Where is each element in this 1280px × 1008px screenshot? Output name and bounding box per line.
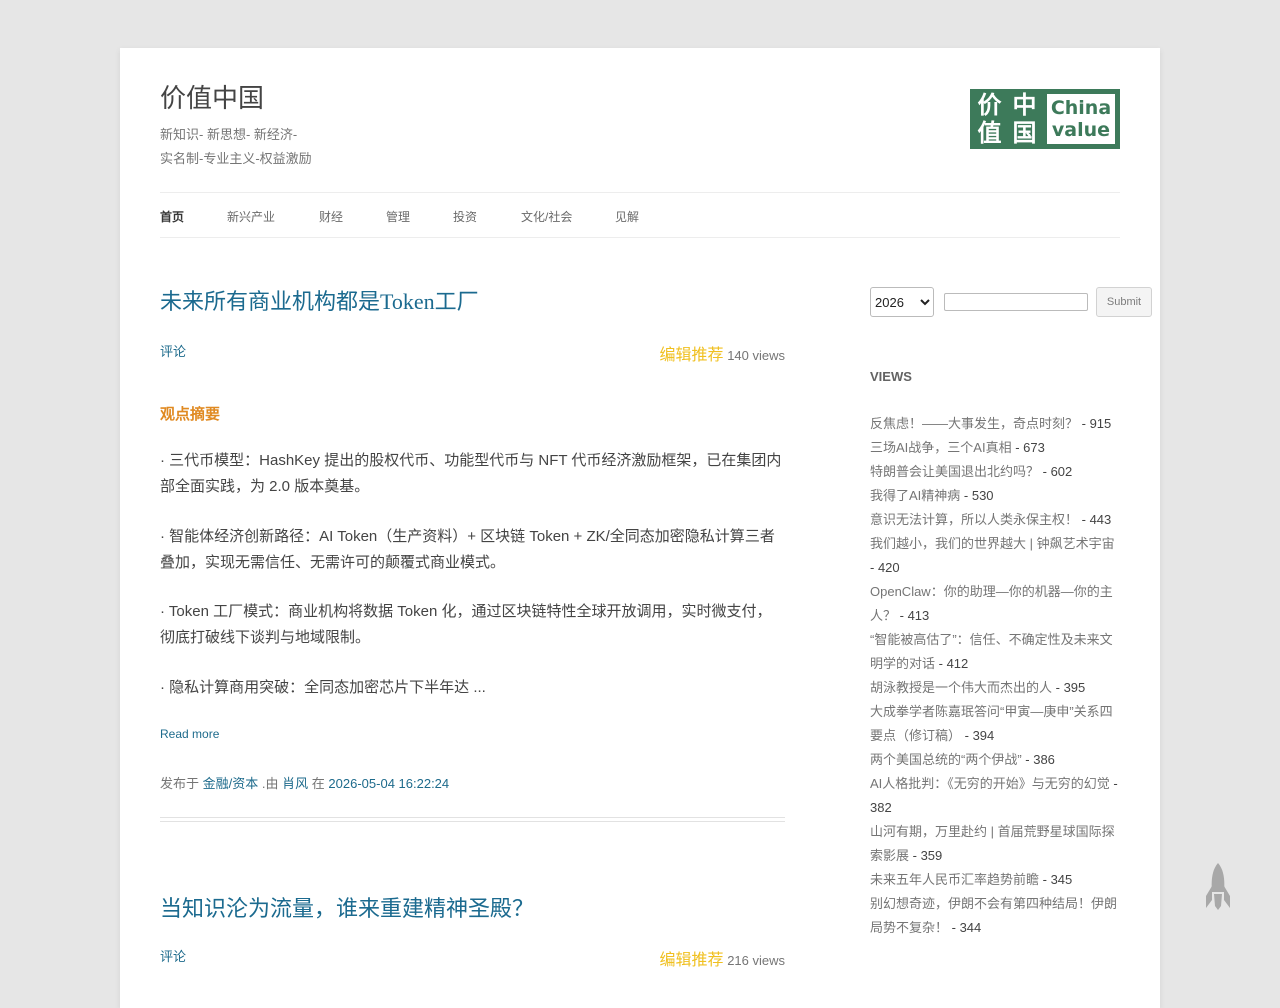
views-item-count: - 394 — [961, 728, 995, 743]
views-list-item: “智能被高估了”：信任、不确定性及未来文明学的对话 - 412 — [870, 628, 1120, 676]
summary-heading: 观点摘要 — [160, 406, 221, 423]
year-select[interactable]: 2026 — [870, 287, 934, 317]
views-item-count: - 443 — [1078, 512, 1112, 527]
author-link[interactable]: 肖风 — [282, 776, 308, 791]
post-views: 216 views — [727, 953, 785, 968]
views-item-count: - 395 — [1052, 680, 1086, 695]
views-item-title[interactable]: 三场AI战争，三个AI真相 — [870, 440, 1012, 455]
views-heading: VIEWS — [870, 369, 912, 384]
logo-char: 价 — [977, 91, 1002, 119]
nav-item-investment[interactable]: 投资 — [453, 208, 477, 225]
views-item-title[interactable]: AI人格批判：《无穷的开始》与无穷的幻觉 — [870, 776, 1110, 791]
post-meta-right: 编辑推荐 140 views — [660, 341, 785, 365]
post-comments-link[interactable]: 评论 — [160, 946, 186, 965]
views-item-title[interactable]: 意识无法计算，所以人类永保主权！ — [870, 512, 1078, 527]
views-list-item: 我得了AI精神病 - 530 — [870, 484, 1120, 508]
views-list-item: 我们越小，我们的世界越大 | 钟飙艺术宇宙 - 420 — [870, 532, 1120, 580]
logo-char: 值 — [977, 119, 1002, 147]
views-list-item: 未来五年人民币汇率趋势前瞻 - 345 — [870, 868, 1120, 892]
views-item-count: - 344 — [948, 920, 982, 935]
nav-item-finance[interactable]: 财经 — [319, 208, 343, 225]
views-list-item: 山河有期，万里赴约 | 首届荒野星球国际探索影展 - 359 — [870, 820, 1120, 868]
category-link[interactable]: 金融/资本 — [203, 776, 259, 791]
logo-char: 中 — [1012, 91, 1037, 119]
search-input[interactable] — [944, 293, 1088, 311]
site-logo[interactable]: 价 中 值 国 China value — [970, 89, 1120, 149]
at-label: 在 — [311, 776, 325, 791]
post-divider — [160, 817, 785, 822]
nav-item-home[interactable]: 首页 — [160, 208, 184, 225]
page-container: 价值中国 新知识- 新思想- 新经济- 实名制-专业主义-权益激励 价 中 值 … — [120, 48, 1160, 1008]
main-nav: 首页 新兴产业 财经 管理 投资 文化/社会 见解 — [160, 192, 1120, 238]
views-list-item: 两个美国总统的“两个伊战” - 386 — [870, 748, 1120, 772]
by-label: .由 — [261, 776, 279, 791]
views-item-title[interactable]: 胡泳教授是一个伟大而杰出的人 — [870, 680, 1052, 695]
views-item-count: - 420 — [870, 560, 900, 575]
nav-item-management[interactable]: 管理 — [386, 208, 410, 225]
views-item-count: - 673 — [1011, 440, 1045, 455]
views-item-title[interactable]: 两个美国总统的“两个伊战” — [870, 752, 1022, 767]
logo-en-block: China value — [1047, 94, 1115, 144]
summary-bullet: · Token 工厂模式：商业机构将数据 Token 化，通过区块链特性全球开放… — [160, 603, 772, 646]
views-list-item: 胡泳教授是一个伟大而杰出的人 - 395 — [870, 676, 1120, 700]
editor-recommend-badge: 编辑推荐 — [659, 347, 724, 364]
back-to-top-rocket-icon[interactable] — [1204, 862, 1232, 912]
views-item-title[interactable]: “智能被高估了”：信任、不确定性及未来文明学的对话 — [870, 632, 1113, 671]
post-meta-right: 编辑推荐 216 views — [660, 946, 785, 970]
views-list-item: 大成拳学者陈嘉珉答问“甲寅—庚申”关系四要点（修订稿） - 394 — [870, 700, 1120, 748]
logo-cn-block: 价 中 值 国 — [970, 89, 1044, 149]
post-comments-link[interactable]: 评论 — [160, 341, 186, 360]
views-item-title[interactable]: 我们越小，我们的世界越大 | 钟飙艺术宇宙 — [870, 536, 1115, 551]
summary-bullet: · 隐私计算商用突破：全同态加密芯片下半年达 ... — [160, 679, 486, 696]
views-list-item: OpenClaw：你的助理—你的机器—你的主人？ - 413 — [870, 580, 1120, 628]
submit-button[interactable]: Submit — [1096, 287, 1152, 317]
views-item-count: - 530 — [960, 488, 994, 503]
site-tagline-line1: 新知识- 新思想- 新经济- — [160, 127, 298, 142]
logo-en-line2: value — [1051, 119, 1111, 141]
logo-char: 国 — [1012, 119, 1037, 147]
views-item-title[interactable]: 我得了AI精神病 — [870, 488, 960, 503]
views-item-count: - 359 — [909, 848, 943, 863]
views-item-title[interactable]: 山河有期，万里赴约 | 首届荒野星球国际探索影展 — [870, 824, 1115, 863]
views-list: 反焦虑！——大事发生，奇点时刻？ - 915 三场AI战争，三个AI真相 - 6… — [870, 412, 1120, 940]
views-list-item: 特朗普会让美国退出北约吗？ - 602 — [870, 460, 1120, 484]
views-item-count: - 412 — [935, 656, 969, 671]
views-item-title[interactable]: 别幻想奇迹，伊朗不会有第四种结局！伊朗局势不复杂！ — [870, 896, 1117, 935]
views-list-item: 反焦虑！——大事发生，奇点时刻？ - 915 — [870, 412, 1120, 436]
published-in-label: 发布于 — [160, 776, 200, 791]
views-item-count: - 345 — [1039, 872, 1073, 887]
views-list-item: AI人格批判：《无穷的开始》与无穷的幻觉 - 382 — [870, 772, 1120, 820]
editor-recommend-badge: 编辑推荐 — [659, 952, 724, 969]
views-item-title[interactable]: 未来五年人民币汇率趋势前瞻 — [870, 872, 1039, 887]
summary-bullet: · 智能体经济创新路径：AI Token（生产资料）+ 区块链 Token + … — [160, 528, 775, 571]
post-datetime-link[interactable]: 2026-05-04 16:22:24 — [328, 776, 449, 791]
nav-item-emerging-industry[interactable]: 新兴产业 — [227, 208, 275, 225]
post-title[interactable]: 未来所有商业机构都是Token工厂 — [160, 284, 479, 316]
views-item-count: - 915 — [1078, 416, 1112, 431]
site-title[interactable]: 价值中国 — [160, 78, 264, 115]
read-more-link[interactable]: Read more — [160, 727, 219, 741]
views-list-item: 别幻想奇迹，伊朗不会有第四种结局！伊朗局势不复杂！ - 344 — [870, 892, 1120, 940]
views-list-item: 三场AI战争，三个AI真相 - 673 — [870, 436, 1120, 460]
site-tagline-line2: 实名制-专业主义-权益激励 — [160, 151, 312, 166]
logo-en-line1: China — [1050, 97, 1112, 119]
views-item-title[interactable]: 反焦虑！——大事发生，奇点时刻？ — [870, 416, 1078, 431]
post-views: 140 views — [727, 348, 785, 363]
views-item-title[interactable]: 特朗普会让美国退出北约吗？ — [870, 464, 1039, 479]
views-item-count: - 413 — [896, 608, 930, 623]
views-list-item: 意识无法计算，所以人类永保主权！ - 443 — [870, 508, 1120, 532]
nav-item-culture-society[interactable]: 文化/社会 — [521, 208, 572, 225]
post-footer-meta: 发布于 金融/资本 .由 肖风 在 2026-05-04 16:22:24 — [160, 773, 449, 792]
post-title[interactable]: 当知识沦为流量，谁来重建精神圣殿？ — [160, 891, 534, 923]
summary-bullet: · 三代币模型：HashKey 提出的股权代币、功能型代币与 NFT 代币经济激… — [160, 452, 782, 495]
views-item-count: - 602 — [1039, 464, 1073, 479]
views-item-count: - 386 — [1021, 752, 1055, 767]
nav-item-insights[interactable]: 见解 — [615, 208, 639, 225]
